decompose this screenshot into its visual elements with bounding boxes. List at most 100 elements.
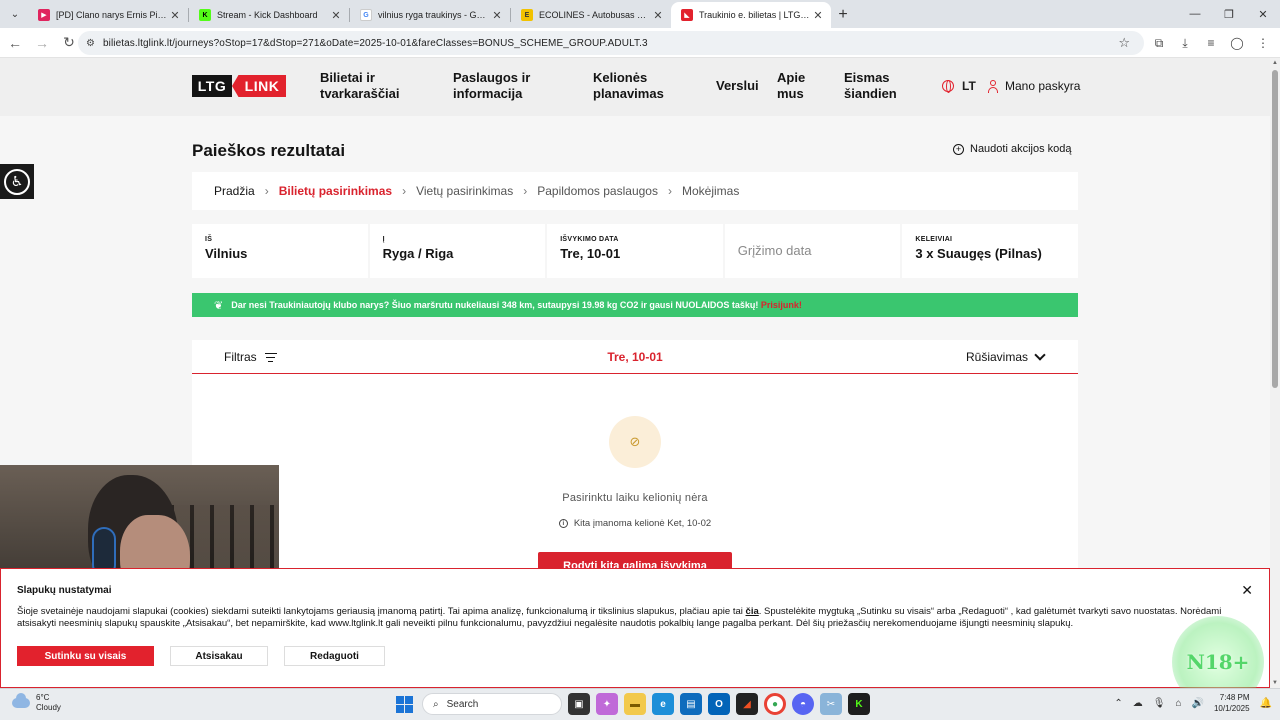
tab-close-icon[interactable]: ✕ — [168, 9, 182, 22]
notifications-icon[interactable]: 🔔 — [1260, 698, 1272, 709]
from-field[interactable]: IŠ Vilnius ⇄ — [192, 224, 386, 278]
to-field[interactable]: Į Ryga / Riga — [369, 224, 546, 278]
nav-business[interactable]: Verslui — [716, 78, 759, 94]
language-selector[interactable]: LT — [942, 79, 976, 93]
clock[interactable]: 7:48 PM 10/1/2025 — [1214, 692, 1250, 714]
back-arrow-icon[interactable]: ← — [3, 31, 27, 55]
nav-about[interactable]: Apie mus — [777, 70, 805, 102]
file-explorer-icon[interactable]: ▬ — [624, 693, 646, 715]
accessibility-button[interactable]: ♿ — [0, 164, 34, 199]
sort-dropdown[interactable]: Rūšiavimas — [966, 349, 1046, 364]
copilot-icon[interactable]: ✦ — [596, 693, 618, 715]
nav-traffic-today[interactable]: Eismas šiandien — [844, 70, 897, 102]
no-results-message: Pasirinktu laiku kelionių nėra — [562, 492, 708, 504]
language-code: LT — [962, 79, 976, 93]
browser-tab[interactable]: ▶ [PD] Clano narys Ernis Pirmas d ✕ — [28, 2, 188, 28]
forward-arrow-icon[interactable]: → — [30, 31, 54, 55]
address-bar[interactable]: ⚙ bilietas.ltglink.lt/journeys?oStop=17&… — [78, 31, 1144, 55]
plus-circle-icon: + — [953, 143, 964, 155]
accept-all-button[interactable]: Sutinku su visais — [17, 646, 154, 666]
tab-close-icon[interactable]: ✕ — [651, 9, 665, 22]
browser-tab-strip: ⌄ ▶ [PD] Clano narys Ernis Pirmas d ✕ K … — [0, 0, 1280, 28]
promo-code-link[interactable]: + Naudoti akcijos kodą — [953, 143, 1072, 155]
menu-kebab-icon[interactable]: ⋮ — [1250, 31, 1276, 55]
tab-close-icon[interactable]: ✕ — [490, 9, 504, 22]
snipping-tool-icon[interactable]: ✂ — [820, 693, 842, 715]
page-scrollbar[interactable]: ▲ ▼ — [1270, 58, 1280, 688]
scroll-up-icon[interactable]: ▲ — [1270, 60, 1280, 66]
cookie-info-link[interactable]: čia — [746, 606, 759, 617]
cookie-text-part: Šioje svetainėje naudojami slapukai (coo… — [17, 606, 743, 617]
clock-time: 7:48 PM — [1219, 693, 1250, 702]
nav-line: informacija — [453, 86, 523, 101]
tab-title: [PD] Clano narys Ernis Pirmas d — [56, 10, 168, 20]
chrome-icon[interactable]: ● — [764, 693, 786, 715]
return-date-field[interactable]: Grįžimo data — [724, 224, 901, 278]
passengers-field[interactable]: KELEIVIAI 3 x Suaugęs (Pilnas) — [902, 224, 1078, 278]
club-join-link[interactable]: Prisijunk! — [761, 300, 802, 310]
tab-favicon-icon: ▶ — [38, 9, 50, 21]
taskbar-search[interactable]: ⌕ Search — [422, 693, 562, 715]
weather-widget[interactable]: 6°C Cloudy — [12, 693, 61, 713]
globe-icon — [942, 80, 954, 93]
volume-icon[interactable]: 🔊 — [1192, 698, 1204, 709]
edit-cookies-button[interactable]: Redaguoti — [284, 646, 385, 666]
close-icon[interactable]: ✕ — [1241, 582, 1253, 599]
promo-code-label: Naudoti akcijos kodą — [970, 143, 1072, 155]
store-icon[interactable]: ▤ — [680, 693, 702, 715]
new-tab-plus-icon[interactable]: + — [831, 3, 855, 27]
nav-travel-planning[interactable]: Kelionės planavimas — [593, 70, 664, 102]
logo-ltg-text: LTG — [192, 75, 232, 97]
window-close-icon[interactable]: ✕ — [1246, 0, 1280, 28]
download-icon[interactable]: ⤓ — [1172, 31, 1198, 55]
extensions-icon[interactable]: ⧉ — [1146, 31, 1172, 55]
browser-tab[interactable]: K Stream - Kick Dashboard ✕ — [189, 2, 349, 28]
kick-app-icon[interactable]: K — [848, 693, 870, 715]
media-app-icon[interactable]: ◢ — [736, 693, 758, 715]
tab-search-button[interactable]: ⌄ — [2, 2, 28, 26]
browser-tab[interactable]: G vilnius ryga traukinys - Google ✕ — [350, 2, 510, 28]
profile-icon[interactable]: ◯ — [1224, 31, 1250, 55]
scroll-down-icon[interactable]: ▼ — [1270, 680, 1280, 686]
nav-services-info[interactable]: Paslaugos ir informacija — [453, 70, 530, 102]
nav-line: planavimas — [593, 86, 664, 101]
tab-close-icon[interactable]: ✕ — [329, 9, 343, 22]
nav-tickets-schedules[interactable]: Bilietai ir tvarkaraščiai — [320, 70, 400, 102]
page-title: Paieškos rezultatai — [192, 141, 346, 160]
nav-line: mus — [777, 86, 804, 101]
site-header: LTG LINK Bilietai ir tvarkaraščiai Pasla… — [0, 58, 1270, 116]
passengers-value: 3 x Suaugęs (Pilnas) — [915, 246, 1042, 261]
passengers-label: KELEIVIAI — [915, 236, 953, 243]
browser-tab-active[interactable]: ◣ Traukinio e. bilietas | LTG Link ✕ — [671, 2, 831, 28]
ltg-link-logo[interactable]: LTG LINK — [192, 75, 286, 97]
departure-date-value: Tre, 10-01 — [560, 246, 621, 261]
scroll-thumb[interactable] — [1272, 70, 1278, 388]
step-seat-selection: Vietų pasirinkimas — [416, 184, 514, 198]
departure-date-field[interactable]: IŠVYKIMO DATA Tre, 10-01 — [547, 224, 723, 278]
search-icon: ⌕ — [433, 698, 439, 710]
outlook-icon[interactable]: O — [708, 693, 730, 715]
task-view-icon[interactable]: ▣ — [568, 693, 590, 715]
nav-line: Verslui — [716, 78, 759, 93]
url-text: bilietas.ltglink.lt/journeys?oStop=17&dS… — [102, 37, 648, 49]
browser-tab[interactable]: E ECOLINES - Autobusas Vilnius ✕ — [511, 2, 671, 28]
step-home[interactable]: Pradžia — [214, 184, 255, 198]
reject-button[interactable]: Atsisakau — [170, 646, 268, 666]
tray-overflow-icon[interactable]: ⌃ — [1114, 698, 1122, 709]
edge-icon[interactable]: e — [652, 693, 674, 715]
onedrive-icon[interactable]: ☁ — [1133, 698, 1143, 709]
clock-date: 10/1/2025 — [1213, 704, 1250, 713]
bookmark-star-icon[interactable]: ☆ — [1118, 35, 1130, 51]
network-icon[interactable]: ⌂ — [1175, 698, 1181, 709]
tab-favicon-icon: K — [199, 9, 211, 21]
minimize-icon[interactable]: — — [1178, 0, 1212, 28]
tab-close-icon[interactable]: ✕ — [811, 9, 825, 22]
microphone-icon[interactable]: 🎙 — [1153, 698, 1166, 709]
windows-start-icon[interactable] — [392, 692, 416, 716]
media-control-icon[interactable]: ≡ — [1198, 31, 1224, 55]
account-link[interactable]: Mano paskyra — [988, 79, 1080, 93]
other-trip-hint: i Kita įmanoma kelionė Ket, 10-02 — [192, 518, 1078, 529]
maximize-icon[interactable]: ❐ — [1212, 0, 1246, 28]
site-info-icon[interactable]: ⚙ — [86, 38, 95, 49]
discord-icon[interactable]: ◓ — [792, 693, 814, 715]
